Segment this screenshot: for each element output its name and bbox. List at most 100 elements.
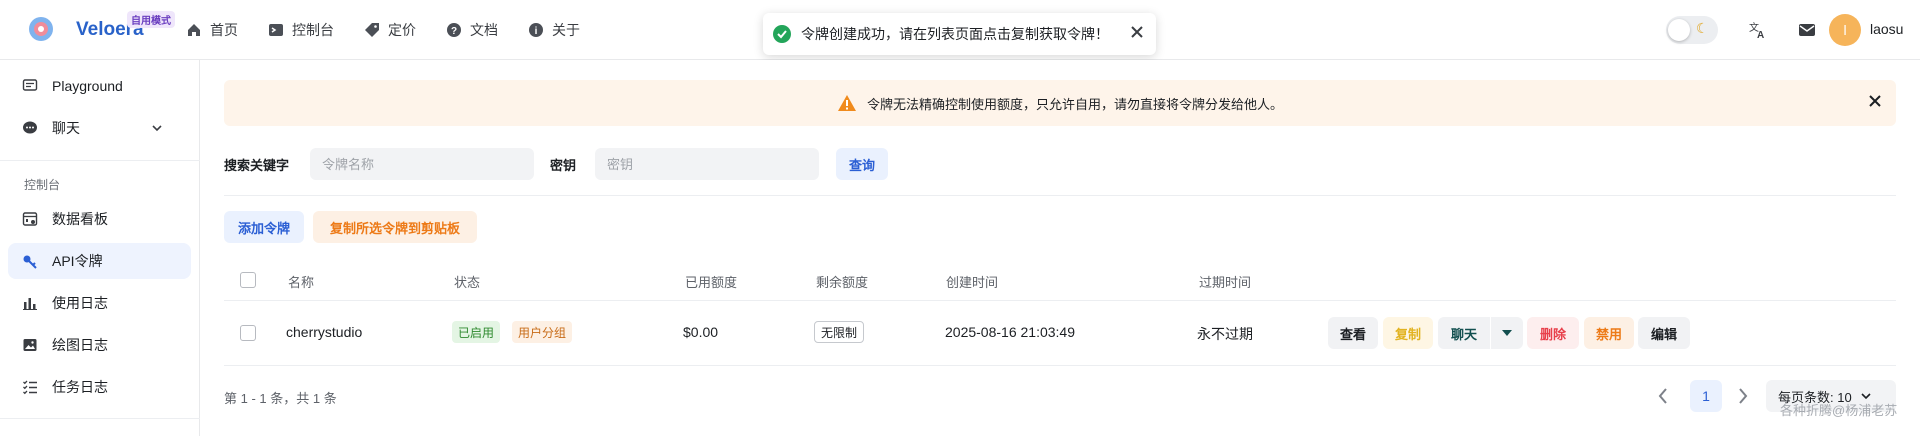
main-content: 令牌无法精确控制使用额度，只允许自用，请勿直接将令牌分发给他人。 搜索关键字 密… bbox=[200, 60, 1920, 436]
chat-dropdown-button[interactable] bbox=[1491, 317, 1523, 349]
table-row-divider bbox=[224, 365, 1896, 366]
column-header-used: 已用额度 bbox=[685, 275, 738, 290]
sidebar-item-label: 聊天 bbox=[52, 120, 80, 136]
group-badge: 用户分组 bbox=[512, 321, 573, 343]
top-header: Veloera 自用模式 首页 控制台 定价 ? 文档 i 关于 令牌创建成功，… bbox=[0, 0, 1920, 60]
row-checkbox[interactable] bbox=[240, 325, 256, 341]
chevron-right-icon[interactable] bbox=[1736, 384, 1750, 408]
check-circle-icon bbox=[773, 25, 791, 43]
success-toast: 令牌创建成功，请在列表页面点击复制获取令牌！ bbox=[763, 13, 1156, 55]
sidebar-item-dashboard[interactable]: 数据看板 bbox=[8, 201, 191, 237]
remaining-quota-badge: 无限制 bbox=[814, 321, 865, 343]
username[interactable]: laosu bbox=[1870, 21, 1903, 37]
key-label: 密钥 bbox=[550, 158, 577, 173]
nav-item-pricing[interactable]: 定价 bbox=[364, 20, 416, 40]
warning-icon bbox=[837, 95, 856, 111]
sidebar-item-chat[interactable]: 聊天 bbox=[8, 110, 191, 146]
image-icon bbox=[23, 339, 37, 351]
chevron-down-icon[interactable] bbox=[151, 122, 163, 134]
key-icon bbox=[23, 255, 37, 269]
query-button[interactable]: 查询 bbox=[836, 148, 888, 180]
sidebar-item-label: API令牌 bbox=[52, 253, 103, 269]
nav-label: 关于 bbox=[552, 22, 580, 38]
delete-button[interactable]: 删除 bbox=[1527, 317, 1579, 349]
svg-text:?: ? bbox=[451, 26, 457, 37]
nav-label: 文档 bbox=[470, 22, 498, 38]
translate-icon[interactable]: 文 A bbox=[1748, 20, 1768, 40]
theme-toggle[interactable]: ☾ bbox=[1666, 16, 1718, 44]
svg-text:i: i bbox=[535, 26, 538, 37]
column-header-created: 创建时间 bbox=[946, 275, 999, 290]
page-button-current[interactable]: 1 bbox=[1690, 380, 1722, 412]
sidebar-item-label: Playground bbox=[52, 78, 123, 94]
column-header-expires: 过期时间 bbox=[1199, 275, 1252, 290]
sidebar-item-task-logs[interactable]: 任务日志 bbox=[8, 369, 191, 405]
select-all-checkbox[interactable] bbox=[240, 272, 256, 288]
moon-icon: ☾ bbox=[1696, 20, 1709, 36]
sidebar-divider bbox=[0, 418, 200, 419]
chat-button[interactable]: 聊天 bbox=[1438, 317, 1490, 349]
watermark: 各种折腾@杨浦老苏 bbox=[1780, 403, 1898, 418]
bar-chart-icon bbox=[23, 298, 37, 310]
toggle-knob bbox=[1668, 19, 1690, 41]
logo-icon[interactable] bbox=[26, 14, 56, 44]
column-header-name: 名称 bbox=[288, 275, 315, 290]
sidebar: Playground 聊天 控制台 数据看板 API令牌 使用日志 绘图日志 任… bbox=[0, 60, 200, 436]
mail-icon[interactable] bbox=[1798, 22, 1816, 38]
token-name-input[interactable] bbox=[310, 148, 534, 180]
checklist-icon bbox=[23, 380, 37, 395]
sidebar-item-api-tokens[interactable]: API令牌 bbox=[8, 243, 191, 279]
status-badge: 已启用 bbox=[452, 321, 501, 343]
chevron-left-icon[interactable] bbox=[1656, 384, 1670, 408]
used-quota: $0.00 bbox=[683, 324, 719, 340]
token-name: cherrystudio bbox=[286, 324, 363, 340]
disable-button[interactable]: 禁用 bbox=[1584, 317, 1634, 349]
terminal-icon bbox=[269, 24, 283, 36]
sidebar-item-label: 数据看板 bbox=[52, 211, 108, 227]
warning-banner: 令牌无法精确控制使用额度，只允许自用，请勿直接将令牌分发给他人。 bbox=[224, 80, 1896, 126]
copy-button[interactable]: 复制 bbox=[1383, 317, 1433, 349]
sidebar-item-label: 使用日志 bbox=[52, 295, 108, 311]
nav-label: 控制台 bbox=[292, 22, 334, 38]
toast-message: 令牌创建成功，请在列表页面点击复制获取令牌！ bbox=[801, 26, 1109, 42]
nav-item-console[interactable]: 控制台 bbox=[268, 20, 334, 40]
key-input[interactable] bbox=[595, 148, 819, 180]
caret-down-icon bbox=[1502, 330, 1512, 336]
nav-item-docs[interactable]: ? 文档 bbox=[446, 20, 498, 40]
sidebar-item-playground[interactable]: Playground bbox=[8, 68, 191, 104]
avatar[interactable]: l bbox=[1829, 14, 1861, 46]
chat-icon bbox=[23, 121, 37, 134]
pagination-info: 第 1 - 1 条，共 1 条 bbox=[224, 391, 337, 406]
nav-item-home[interactable]: 首页 bbox=[186, 20, 238, 40]
info-icon: i bbox=[529, 23, 543, 37]
sidebar-item-label: 绘图日志 bbox=[52, 337, 108, 353]
home-icon bbox=[188, 24, 200, 36]
sidebar-item-label: 任务日志 bbox=[52, 379, 108, 395]
section-divider bbox=[224, 195, 1896, 196]
edit-button[interactable]: 编辑 bbox=[1638, 317, 1690, 349]
message-square-icon bbox=[22, 79, 38, 91]
add-token-button[interactable]: 添加令牌 bbox=[224, 211, 304, 243]
copy-selected-button[interactable]: 复制所选令牌到剪贴板 bbox=[313, 211, 477, 243]
nav-item-about[interactable]: i 关于 bbox=[528, 20, 580, 40]
sidebar-item-drawing-logs[interactable]: 绘图日志 bbox=[8, 327, 191, 363]
nav-label: 首页 bbox=[210, 22, 238, 38]
created-time: 2025-08-16 21:03:49 bbox=[945, 324, 1075, 340]
top-nav: 首页 控制台 定价 ? 文档 i 关于 bbox=[186, 0, 610, 60]
search-keyword-label: 搜索关键字 bbox=[224, 158, 290, 173]
svg-text:A: A bbox=[1757, 30, 1764, 40]
sidebar-item-usage-logs[interactable]: 使用日志 bbox=[8, 285, 191, 321]
view-button[interactable]: 查看 bbox=[1328, 317, 1378, 349]
close-icon[interactable] bbox=[1130, 25, 1144, 39]
table-header-divider bbox=[224, 300, 1896, 301]
column-header-status: 状态 bbox=[454, 275, 481, 290]
expire-time: 永不过期 bbox=[1197, 326, 1253, 342]
nav-label: 定价 bbox=[388, 22, 416, 38]
sidebar-section-title: 控制台 bbox=[24, 178, 61, 192]
banner-message: 令牌无法精确控制使用额度，只允许自用，请勿直接将令牌分发给他人。 bbox=[866, 96, 1283, 112]
close-icon[interactable] bbox=[1868, 94, 1882, 108]
sidebar-divider bbox=[0, 160, 200, 161]
calendar-chart-icon bbox=[22, 212, 38, 226]
column-header-remaining: 剩余额度 bbox=[816, 275, 869, 290]
tag-icon bbox=[365, 23, 379, 37]
